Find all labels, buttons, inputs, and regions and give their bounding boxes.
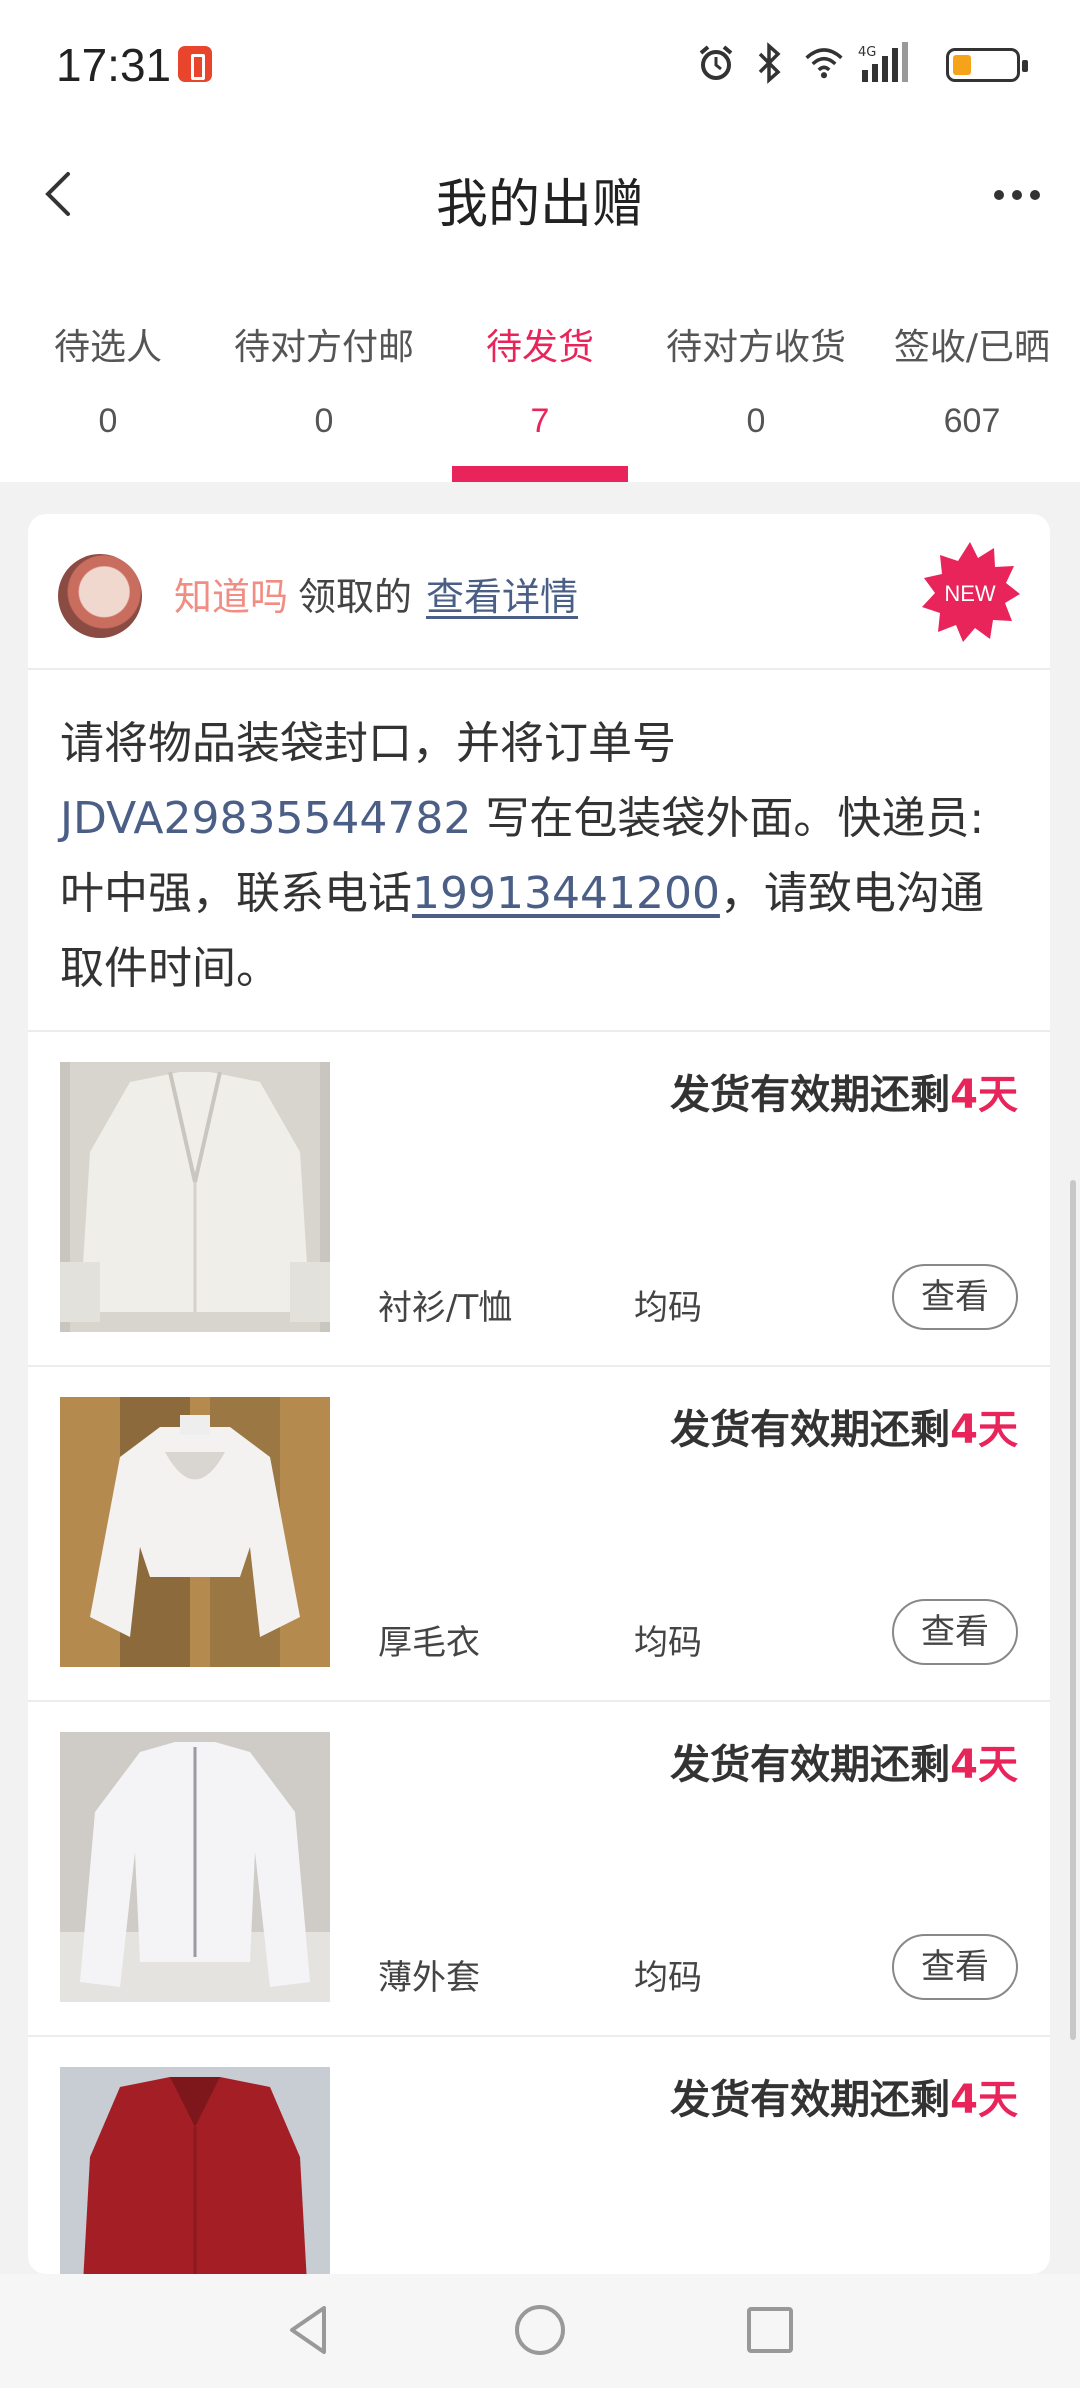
alarm-icon <box>696 40 736 86</box>
item-photo[interactable] <box>60 2067 330 2274</box>
list-item: 发货有效期还剩4天 厚毛衣 均码 查看 <box>28 1367 1050 1702</box>
wifi-icon <box>804 40 844 86</box>
item-size: 均码 <box>634 1958 702 1998</box>
deadline-days: 4天 <box>950 1072 1018 1118</box>
tab-count: 607 <box>943 402 1001 440</box>
giver-line: 知道吗 领取的 查看详情 <box>174 566 578 621</box>
screen-record-icon <box>178 46 212 82</box>
tab-count: 0 <box>746 402 766 440</box>
bluetooth-icon <box>750 40 790 86</box>
tab-label: 待选人 <box>53 327 162 368</box>
item-photo[interactable] <box>60 1732 330 2002</box>
tab-count: 0 <box>98 402 118 440</box>
courier-phone-link[interactable]: 19913441200 <box>412 868 720 919</box>
deadline-days: 4天 <box>950 1742 1018 1788</box>
item-photo[interactable] <box>60 1397 330 1667</box>
tab-count: 0 <box>314 402 334 440</box>
order-card: 知道吗 领取的 查看详情 NEW 请将物品装袋封口，并将订单号 JDVA298355… <box>28 514 1050 2274</box>
instructions-text: 请将物品装袋封口，并将订单号 <box>60 718 676 769</box>
list-item: 发货有效期还剩4天 薄外套 均码 查看 <box>28 1702 1050 2037</box>
list-item: 发货有效期还剩4天 衬衫/T恤 均码 查看 <box>28 1032 1050 1367</box>
deadline-days: 4天 <box>950 1407 1018 1453</box>
deadline-label: 发货有效期还剩 <box>670 1072 951 1118</box>
list-item: 发货有效期还剩4天 <box>28 2037 1050 2274</box>
more-options-icon[interactable] <box>982 160 1052 230</box>
battery-icon <box>946 48 1028 82</box>
card-header: 知道吗 领取的 查看详情 NEW <box>28 514 1050 670</box>
scrollbar[interactable] <box>1070 1180 1076 2040</box>
tab-pending-shipment[interactable]: 待发货 7 <box>432 260 648 482</box>
svg-text:4G: 4G <box>858 45 876 60</box>
avatar[interactable] <box>58 554 142 638</box>
shipping-deadline: 发货有效期还剩4天 <box>670 1062 1018 1120</box>
nav-back-icon[interactable] <box>280 2300 340 2360</box>
view-details-link[interactable]: 查看详情 <box>426 575 578 619</box>
tab-count: 7 <box>530 402 550 440</box>
item-size: 均码 <box>634 1623 702 1663</box>
new-badge-text: NEW <box>944 581 996 606</box>
active-tab-indicator <box>452 466 628 482</box>
cellular-signal-icon: 4G <box>858 40 910 86</box>
status-icons: 4G <box>696 40 910 86</box>
status-time: 17:31 <box>56 39 172 91</box>
status-tabs: 待选人 0 待对方付邮 0 待发货 7 待对方收货 0 签收/已晒 607 <box>0 260 1080 482</box>
header: 我的出赠 <box>0 130 1080 260</box>
deadline-label: 发货有效期还剩 <box>670 2077 951 2123</box>
nav-home-icon[interactable] <box>510 2300 570 2360</box>
tab-pending-select[interactable]: 待选人 0 <box>0 260 216 482</box>
status-bar: 17:31 4G <box>0 0 1080 130</box>
order-number: JDVA29835544782 <box>60 793 472 844</box>
tab-label: 签收/已晒 <box>893 327 1051 368</box>
shipping-deadline: 发货有效期还剩4天 <box>670 2067 1018 2125</box>
item-category: 衬衫/T恤 <box>378 1288 513 1328</box>
shipping-deadline: 发货有效期还剩4天 <box>670 1732 1018 1790</box>
view-button[interactable]: 查看 <box>892 1599 1018 1665</box>
tab-pending-receipt[interactable]: 待对方收货 0 <box>648 260 864 482</box>
shipping-instructions: 请将物品装袋封口，并将订单号 JDVA29835544782 写在包装袋外面。快… <box>28 670 1050 1032</box>
view-button[interactable]: 查看 <box>892 1934 1018 2000</box>
item-size: 均码 <box>634 1288 702 1328</box>
tab-label: 待发货 <box>485 327 594 368</box>
item-photo[interactable] <box>60 1062 330 1332</box>
item-category: 厚毛衣 <box>378 1623 480 1663</box>
tab-pending-postage[interactable]: 待对方付邮 0 <box>216 260 432 482</box>
nav-recents-icon[interactable] <box>740 2300 800 2360</box>
view-button[interactable]: 查看 <box>892 1264 1018 1330</box>
giver-action: 领取的 <box>298 575 413 619</box>
tab-label: 待对方收货 <box>665 327 846 368</box>
tab-received-shared[interactable]: 签收/已晒 607 <box>864 260 1080 482</box>
deadline-label: 发货有效期还剩 <box>670 1742 951 1788</box>
recipient-name[interactable]: 知道吗 <box>174 575 288 619</box>
page-title: 我的出赠 <box>435 175 644 235</box>
item-category: 薄外套 <box>378 1958 480 1998</box>
deadline-days: 4天 <box>950 2077 1018 2123</box>
shipping-deadline: 发货有效期还剩4天 <box>670 1397 1018 1455</box>
deadline-label: 发货有效期还剩 <box>670 1407 951 1453</box>
tab-label: 待对方付邮 <box>233 327 414 368</box>
system-navigation-bar <box>0 2274 1080 2388</box>
new-badge: NEW <box>918 540 1022 644</box>
